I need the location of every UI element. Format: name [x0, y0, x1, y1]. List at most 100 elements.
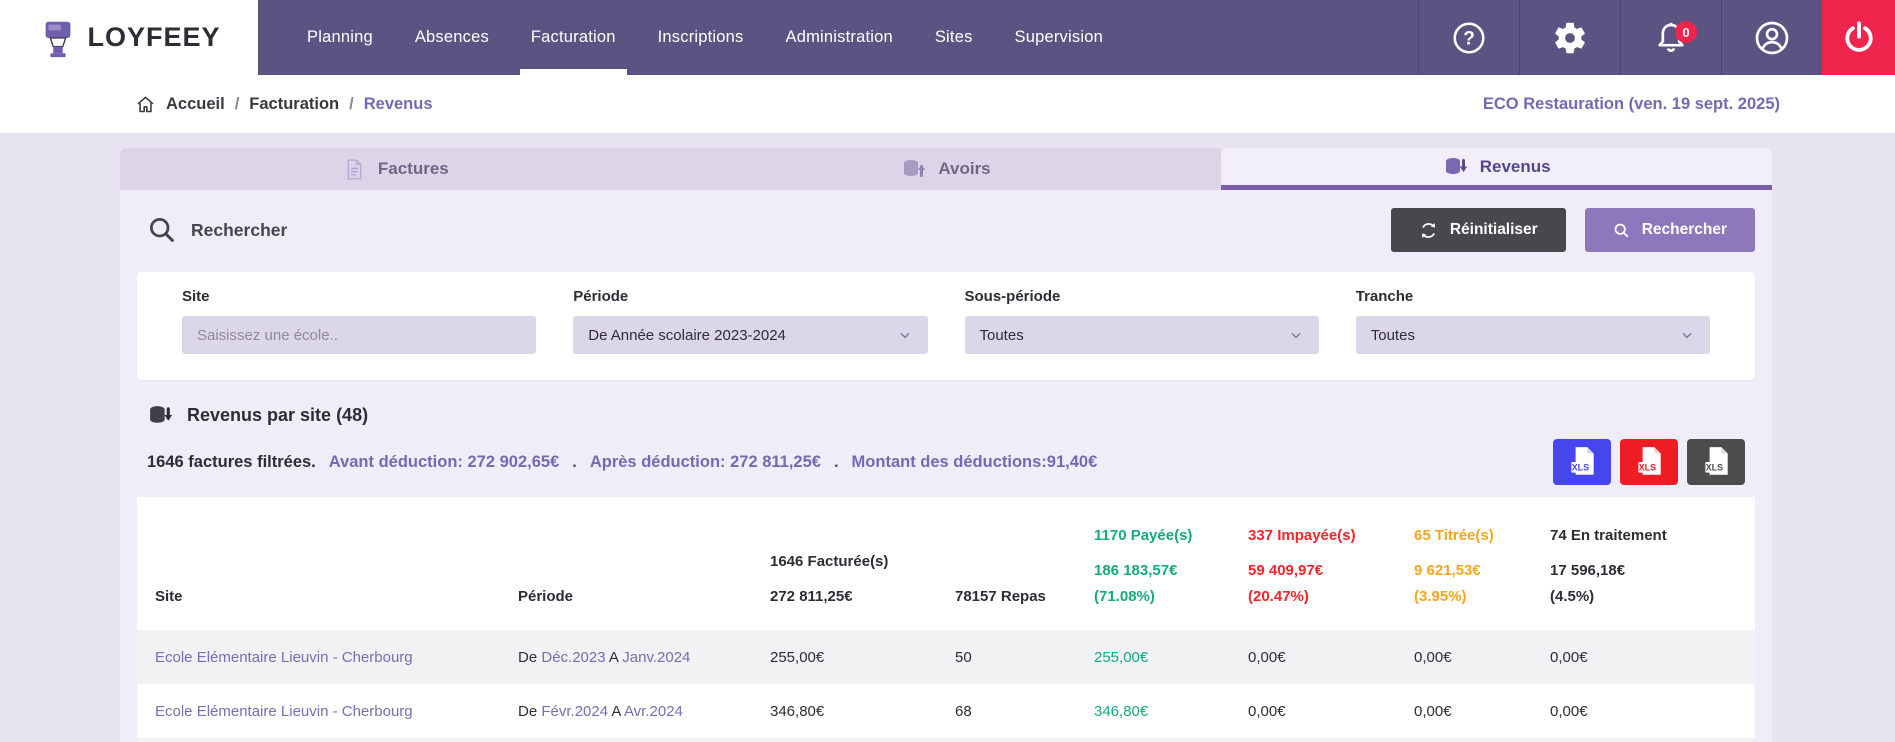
nav-item-inscriptions[interactable]: Inscriptions	[637, 0, 765, 75]
breadcrumb-facturation[interactable]: Facturation	[249, 95, 339, 114]
notification-badge: 0	[1675, 21, 1697, 43]
nav-item-administration[interactable]: Administration	[765, 0, 914, 75]
brand-name: LOYFEEY	[87, 22, 220, 53]
search-button[interactable]: Rechercher	[1585, 208, 1755, 252]
power-icon	[1840, 19, 1878, 57]
settings-button[interactable]	[1519, 0, 1620, 75]
nav-item-planning[interactable]: Planning	[286, 0, 394, 75]
xls-file-icon: XLS	[1633, 445, 1665, 479]
top-navigation: LOYFEEY Planning Absences Facturation In…	[0, 0, 1895, 75]
deductions-amount: Montant des déductions:91,40€	[852, 453, 1098, 472]
logout-button[interactable]	[1822, 0, 1895, 75]
xls-file-icon: XLS	[1566, 445, 1598, 479]
filter-periode: Période De Année scolaire 2023-2024	[573, 288, 927, 354]
tranche-select-value: Toutes	[1371, 327, 1415, 344]
tab-revenus[interactable]: Revenus	[1221, 148, 1772, 190]
main-content: Factures Avoirs Revenus	[0, 134, 1895, 742]
table-row: Ecole Elémentaire Lieuvin - Cherbourg De…	[137, 684, 1755, 738]
filter-tranche-label: Tranche	[1356, 288, 1710, 305]
site-input[interactable]	[182, 316, 536, 354]
help-button[interactable]: ?	[1418, 0, 1519, 75]
nav-item-sites[interactable]: Sites	[914, 0, 994, 75]
search-icon	[147, 215, 177, 245]
chevron-down-icon	[897, 327, 913, 343]
col-site: Site	[137, 497, 518, 630]
svg-text:XLS: XLS	[1572, 463, 1589, 473]
breadcrumb-separator: /	[235, 95, 240, 114]
export-xls-red-button[interactable]: XLS	[1620, 439, 1678, 485]
repas-cell: 68	[955, 684, 1094, 738]
search-heading: Rechercher	[137, 215, 287, 245]
export-xls-gray-button[interactable]: XLS	[1687, 439, 1745, 485]
refresh-icon	[1419, 221, 1438, 240]
tab-avoirs-label: Avoirs	[938, 159, 990, 179]
search-button-label: Rechercher	[1642, 221, 1727, 239]
summary-stats: 1646 factures filtrées. Avant déduction:…	[147, 453, 1097, 472]
breadcrumb: Accueil / Facturation / Revenus	[135, 94, 433, 115]
export-xls-blue-button[interactable]: XLS	[1553, 439, 1611, 485]
breadcrumb-bar: Accueil / Facturation / Revenus ECO Rest…	[0, 75, 1895, 134]
titree-cell: 0,00€	[1414, 684, 1550, 738]
col-impayee: 337 Impayée(s) 59 409,97€ (20.47%)	[1248, 497, 1414, 630]
periode-cell: De Avr.2024 A Juin2024	[518, 738, 770, 742]
filter-sous-periode: Sous-période Toutes	[965, 288, 1319, 354]
revenues-icon	[1443, 154, 1469, 180]
periode-select[interactable]: De Année scolaire 2023-2024	[573, 316, 927, 354]
titree-cell: 0,00€	[1414, 738, 1550, 742]
facturee-cell: 255,00€	[770, 630, 955, 684]
filter-site-label: Site	[182, 288, 536, 305]
svg-text:XLS: XLS	[1706, 463, 1723, 473]
filter-tranche: Tranche Toutes	[1356, 288, 1710, 354]
invoice-icon	[342, 157, 367, 182]
brand-logo[interactable]: LOYFEEY	[0, 0, 258, 75]
tranche-select[interactable]: Toutes	[1356, 316, 1710, 354]
periode-select-value: De Année scolaire 2023-2024	[588, 327, 786, 344]
site-link[interactable]: Ecole Elémentaire Lieuvin - Cherbourg	[155, 649, 413, 666]
periode-cell: De Févr.2024 A Avr.2024	[518, 684, 770, 738]
summary-separator: .	[572, 453, 577, 472]
tab-avoirs[interactable]: Avoirs	[671, 148, 1222, 190]
help-icon: ?	[1450, 19, 1488, 57]
facturee-cell: 285,60€	[770, 738, 955, 742]
xls-file-icon: XLS	[1700, 445, 1732, 479]
periode-cell: De Déc.2023 A Janv.2024	[518, 630, 770, 684]
titree-cell: 0,00€	[1414, 630, 1550, 684]
filter-periode-label: Période	[573, 288, 927, 305]
payee-cell: 346,80€	[1094, 684, 1248, 738]
impayee-cell: 0,00€	[1248, 738, 1414, 742]
breadcrumb-separator: /	[349, 95, 354, 114]
repas-cell: 56	[955, 738, 1094, 742]
notifications-button[interactable]: 0	[1620, 0, 1721, 75]
tab-bar: Factures Avoirs Revenus	[120, 148, 1772, 190]
action-buttons: Réinitialiser Rechercher	[1391, 208, 1755, 252]
search-heading-label: Rechercher	[191, 220, 287, 241]
sous-periode-select[interactable]: Toutes	[965, 316, 1319, 354]
reset-button[interactable]: Réinitialiser	[1391, 208, 1566, 252]
nav-item-absences[interactable]: Absences	[394, 0, 510, 75]
col-repas: 78157 Repas	[955, 497, 1094, 630]
reset-button-label: Réinitialiser	[1450, 221, 1538, 239]
traitement-cell: 0,00€	[1550, 630, 1755, 684]
nav-item-facturation[interactable]: Facturation	[510, 0, 637, 75]
site-link[interactable]: Ecole Elémentaire Lieuvin - Cherbourg	[155, 703, 413, 720]
main-menu: Planning Absences Facturation Inscriptio…	[258, 0, 1124, 75]
traitement-cell: 0,00€	[1550, 684, 1755, 738]
filter-card: Site Période De Année scolaire 2023-2024…	[137, 272, 1755, 380]
revenus-panel: Rechercher Réinitialiser	[120, 190, 1772, 742]
revenues-icon	[147, 402, 174, 429]
section-title: Revenus par site (48)	[187, 405, 368, 426]
impayee-cell: 0,00€	[1248, 684, 1414, 738]
tab-factures[interactable]: Factures	[120, 148, 671, 190]
chevron-down-icon	[1288, 327, 1304, 343]
svg-text:?: ?	[1463, 28, 1475, 49]
nav-item-supervision[interactable]: Supervision	[994, 0, 1124, 75]
context-site-date: ECO Restauration (ven. 19 sept. 2025)	[1483, 95, 1780, 114]
svg-text:XLS: XLS	[1639, 463, 1656, 473]
after-deduction: Après déduction: 272 811,25€	[590, 453, 821, 472]
revenues-table: Site Période 1646 Facturée(s) 272 811,25…	[137, 497, 1755, 742]
col-facturee: 1646 Facturée(s) 272 811,25€	[770, 497, 955, 630]
filter-sous-periode-label: Sous-période	[965, 288, 1319, 305]
summary-row: 1646 factures filtrées. Avant déduction:…	[147, 439, 1745, 485]
breadcrumb-accueil[interactable]: Accueil	[166, 95, 225, 114]
profile-button[interactable]	[1721, 0, 1822, 75]
